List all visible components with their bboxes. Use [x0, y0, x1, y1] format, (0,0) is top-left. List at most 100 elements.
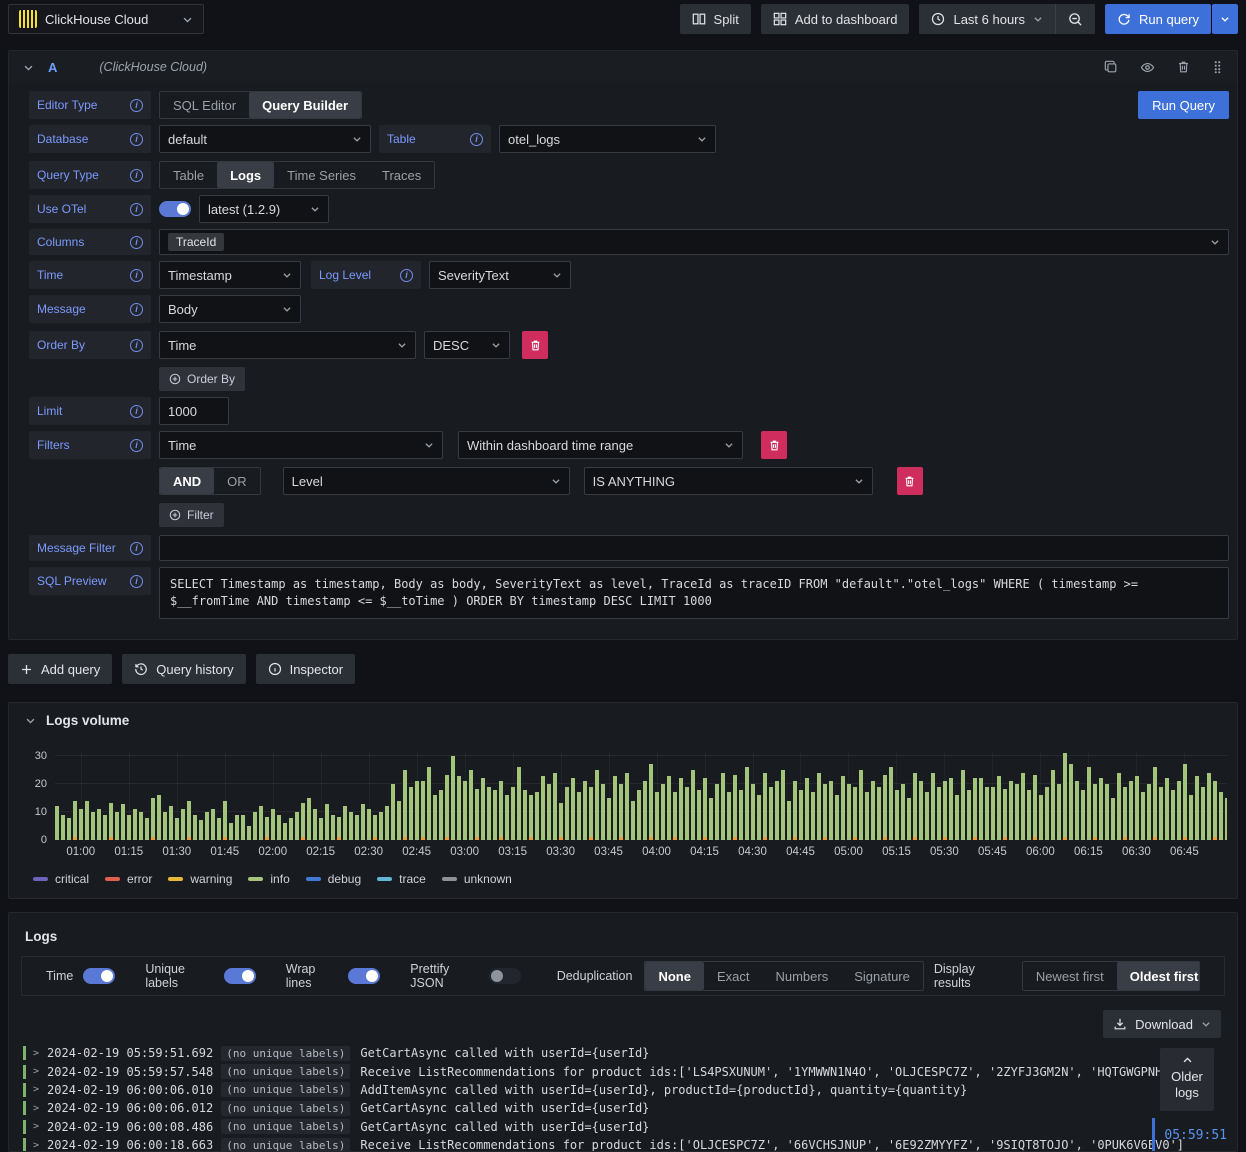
- legend-item-info[interactable]: info: [248, 872, 290, 886]
- log-row[interactable]: >2024-02-19 05:59:51.692 (no unique label…: [23, 1044, 1237, 1062]
- info-icon[interactable]: i: [130, 132, 143, 146]
- info-icon[interactable]: i: [130, 338, 143, 352]
- log-row[interactable]: >2024-02-19 05:59:57.548 (no unique label…: [23, 1062, 1237, 1080]
- info-icon[interactable]: i: [400, 268, 413, 282]
- collapse-chevron-icon[interactable]: [23, 62, 34, 73]
- older-logs-button[interactable]: Older logs: [1160, 1048, 1214, 1111]
- download-button[interactable]: Download: [1103, 1010, 1221, 1038]
- wrap-lines-toggle[interactable]: [348, 968, 381, 984]
- log-level-column-select[interactable]: SeverityText: [429, 261, 571, 289]
- expand-chevron-icon[interactable]: >: [33, 1084, 39, 1095]
- zoom-out-icon: [1068, 12, 1083, 27]
- log-row[interactable]: >2024-02-19 06:00:06.010 (no unique label…: [23, 1081, 1237, 1099]
- option-table[interactable]: Table: [160, 162, 217, 188]
- inspector-button[interactable]: Inspector: [255, 654, 356, 684]
- filter2-field-select[interactable]: Level: [282, 467, 570, 495]
- query-row-header[interactable]: A (ClickHouse Cloud): [9, 51, 1237, 83]
- info-icon[interactable]: i: [130, 302, 143, 316]
- info-icon[interactable]: i: [130, 98, 143, 112]
- sql-preview-text: SELECT Timestamp as timestamp, Body as b…: [159, 567, 1229, 619]
- add-order-by-button[interactable]: Order By: [159, 367, 246, 391]
- option-or[interactable]: OR: [214, 468, 260, 494]
- option-time-series[interactable]: Time Series: [274, 162, 369, 188]
- info-icon[interactable]: i: [470, 132, 483, 146]
- remove-query-trash-icon[interactable]: [1177, 60, 1190, 75]
- option-exact[interactable]: Exact: [704, 962, 763, 990]
- info-icon[interactable]: i: [130, 168, 143, 182]
- run-query-inline-button[interactable]: Run Query: [1138, 91, 1229, 119]
- expand-chevron-icon[interactable]: >: [33, 1048, 39, 1059]
- option-and[interactable]: AND: [160, 468, 215, 494]
- option-oldest-first[interactable]: Oldest first: [1116, 962, 1199, 990]
- info-icon[interactable]: i: [130, 268, 143, 282]
- time-range-picker[interactable]: Last 6 hours: [919, 4, 1056, 34]
- scroll-indicator-bar[interactable]: [1152, 1118, 1156, 1151]
- legend-item-error[interactable]: error: [105, 872, 152, 886]
- column-chip[interactable]: TraceId: [168, 233, 225, 251]
- info-icon[interactable]: i: [130, 235, 143, 249]
- expand-chevron-icon[interactable]: >: [33, 1140, 39, 1151]
- filter-field-select[interactable]: Time: [159, 431, 443, 459]
- option-none[interactable]: None: [645, 962, 704, 990]
- use-otel-toggle[interactable]: [159, 201, 191, 217]
- prettify-json-toggle[interactable]: [488, 968, 521, 984]
- info-icon[interactable]: i: [130, 574, 143, 588]
- remove-filter2-button[interactable]: [896, 467, 923, 495]
- collapse-chevron-icon[interactable]: [25, 715, 36, 726]
- legend-item-warning[interactable]: warning: [168, 872, 232, 886]
- log-row[interactable]: >2024-02-19 06:00:08.486 (no unique label…: [23, 1118, 1237, 1136]
- remove-order-by-button[interactable]: [522, 331, 548, 359]
- columns-multiselect[interactable]: TraceId: [159, 229, 1229, 255]
- datasource-picker[interactable]: ClickHouse Cloud: [8, 4, 204, 34]
- option-numbers[interactable]: Numbers: [762, 962, 841, 990]
- time-column-select[interactable]: Timestamp: [159, 261, 301, 289]
- legend-item-critical[interactable]: critical: [33, 872, 89, 886]
- message-filter-input[interactable]: [159, 535, 1229, 561]
- option-traces[interactable]: Traces: [369, 162, 434, 188]
- otel-version-select[interactable]: latest (1.2.9): [199, 195, 329, 223]
- table-select[interactable]: otel_logs: [499, 125, 716, 153]
- info-icon[interactable]: i: [130, 202, 143, 216]
- time-toggle[interactable]: [83, 968, 116, 984]
- filter2-operator-select[interactable]: IS ANYTHING: [583, 467, 873, 495]
- option-signature[interactable]: Signature: [841, 962, 923, 990]
- split-button[interactable]: Split: [679, 4, 751, 34]
- log-row[interactable]: >2024-02-19 06:00:18.663 (no unique label…: [23, 1136, 1237, 1151]
- run-query-button[interactable]: Run query: [1105, 4, 1211, 34]
- expand-chevron-icon[interactable]: >: [33, 1066, 39, 1077]
- bar: [1195, 775, 1199, 840]
- chart-plot-area[interactable]: 0 10 20 30: [35, 750, 1227, 846]
- info-icon[interactable]: i: [130, 438, 143, 452]
- add-filter-button[interactable]: Filter: [159, 503, 224, 527]
- zoom-out-button[interactable]: [1056, 4, 1096, 34]
- option-sql-editor[interactable]: SQL Editor: [160, 92, 249, 118]
- info-icon[interactable]: i: [130, 541, 143, 555]
- info-icon[interactable]: i: [130, 404, 143, 418]
- run-query-dropdown[interactable]: [1212, 4, 1238, 34]
- legend-item-debug[interactable]: debug: [305, 872, 361, 886]
- order-by-column-select[interactable]: Time: [159, 331, 416, 359]
- option-newest-first[interactable]: Newest first: [1023, 962, 1117, 990]
- option-query-builder[interactable]: Query Builder: [249, 92, 362, 118]
- legend-item-trace[interactable]: trace: [377, 872, 426, 886]
- limit-input[interactable]: 1000: [159, 397, 229, 425]
- duplicate-query-icon[interactable]: [1104, 60, 1118, 75]
- hide-response-eye-icon[interactable]: [1140, 60, 1155, 75]
- expand-chevron-icon[interactable]: >: [33, 1103, 39, 1114]
- message-column-select[interactable]: Body: [159, 295, 301, 323]
- option-logs[interactable]: Logs: [217, 162, 275, 188]
- remove-filter-button[interactable]: [761, 431, 787, 459]
- bar: [661, 784, 665, 840]
- add-to-dashboard-button[interactable]: Add to dashboard: [760, 4, 910, 34]
- filter-operator-select[interactable]: Within dashboard time range: [458, 431, 743, 459]
- query-history-button[interactable]: Query history: [122, 654, 246, 684]
- chevron-down-icon: [182, 14, 193, 25]
- unique-labels-toggle[interactable]: [223, 968, 256, 984]
- order-by-direction-select[interactable]: DESC: [424, 331, 510, 359]
- database-select[interactable]: default: [159, 125, 371, 153]
- legend-item-unknown[interactable]: unknown: [441, 872, 512, 886]
- drag-handle-icon[interactable]: [1212, 60, 1223, 75]
- message-label: Message i: [29, 295, 151, 323]
- log-row[interactable]: >2024-02-19 06:00:06.012 (no unique label…: [23, 1099, 1237, 1117]
- add-query-button[interactable]: Add query: [8, 654, 113, 684]
